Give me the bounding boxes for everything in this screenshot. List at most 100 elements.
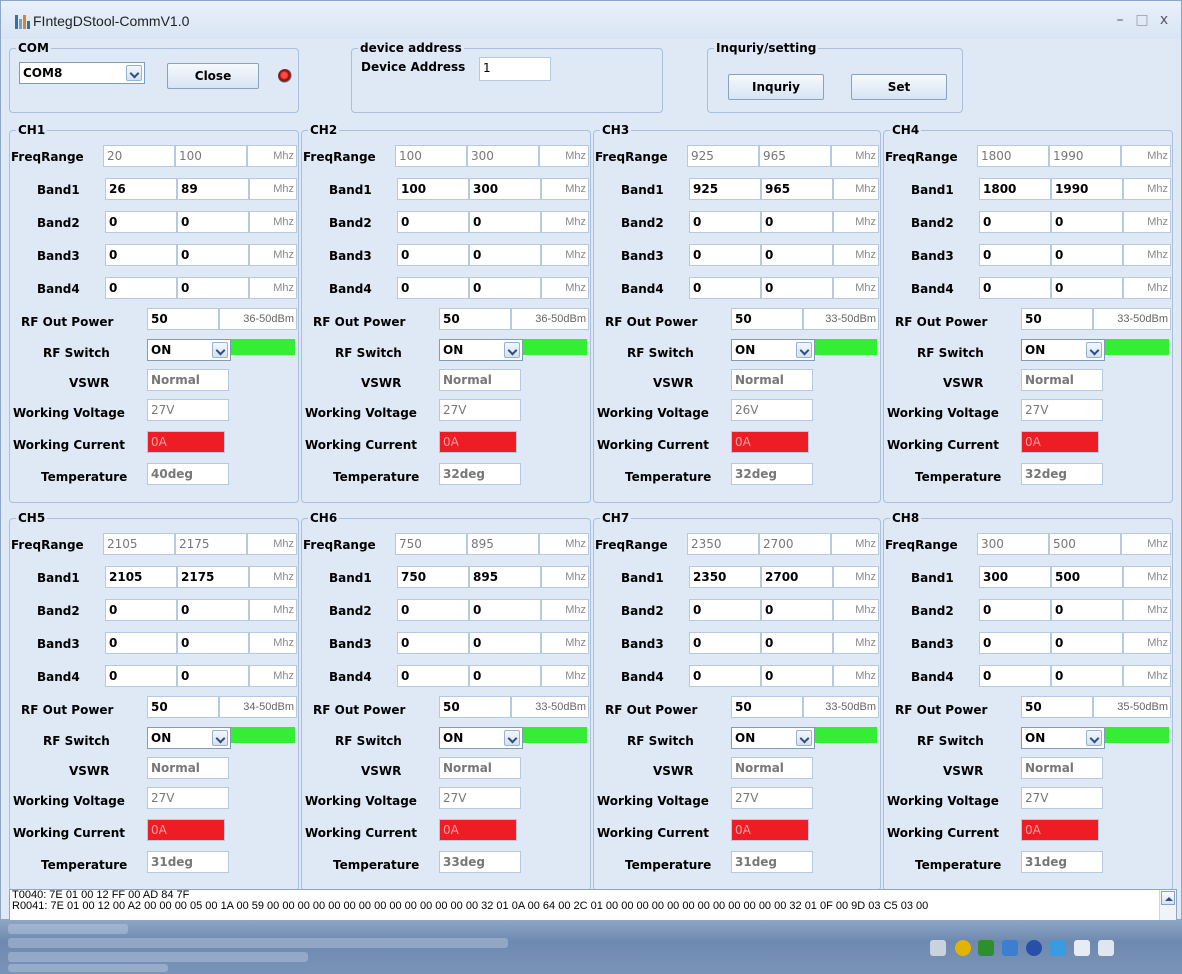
band1-high-input[interactable]: 965 [761,178,833,200]
band1-low-input[interactable]: 26 [105,178,177,200]
band4-high-input[interactable]: 0 [1051,277,1123,299]
rf-out-power-input[interactable]: 50 [147,696,219,718]
freq-range-low-input[interactable]: 100 [395,145,467,167]
band3-high-input[interactable]: 0 [469,244,541,266]
band1-high-input[interactable]: 89 [177,178,249,200]
nvidia-icon[interactable] [978,940,994,956]
band3-high-input[interactable]: 0 [469,632,541,654]
band2-low-input[interactable]: 0 [397,599,469,621]
set-button[interactable]: Set [851,74,947,100]
band1-low-input[interactable]: 2350 [689,566,761,588]
rf-switch-select[interactable]: ON [731,339,815,361]
band3-low-input[interactable]: 0 [105,244,177,266]
band2-high-input[interactable]: 0 [761,599,833,621]
band1-high-input[interactable]: 895 [469,566,541,588]
band1-high-input[interactable]: 1990 [1051,178,1123,200]
band3-high-input[interactable]: 0 [177,632,249,654]
band4-high-input[interactable]: 0 [177,277,249,299]
band1-low-input[interactable]: 100 [397,178,469,200]
freq-range-low-input[interactable]: 2350 [687,533,759,555]
band4-low-input[interactable]: 0 [689,665,761,687]
band2-high-input[interactable]: 0 [1051,211,1123,233]
display-icon[interactable] [1050,940,1066,956]
band3-high-input[interactable]: 0 [177,244,249,266]
band2-low-input[interactable]: 0 [105,211,177,233]
rf-out-power-input[interactable]: 50 [731,696,803,718]
freq-range-high-input[interactable]: 1990 [1049,145,1121,167]
band4-low-input[interactable]: 0 [397,277,469,299]
log-output[interactable]: T0040: 7E 01 00 12 FF 00 AD 84 7F R0041:… [9,889,1177,921]
band4-low-input[interactable]: 0 [979,277,1051,299]
usb-icon[interactable] [1074,940,1090,956]
rf-out-power-input[interactable]: 50 [731,308,803,330]
rf-switch-select[interactable]: ON [439,727,523,749]
scroll-up-icon[interactable] [1161,891,1175,905]
maximize-icon[interactable]: □ [1133,12,1151,28]
add-icon[interactable] [955,940,971,956]
band2-low-input[interactable]: 0 [105,599,177,621]
chevron-down-icon[interactable] [1086,730,1102,746]
band1-high-input[interactable]: 300 [469,178,541,200]
band3-low-input[interactable]: 0 [105,632,177,654]
band2-high-input[interactable]: 0 [1051,599,1123,621]
freq-range-low-input[interactable]: 1800 [977,145,1049,167]
rf-switch-select[interactable]: ON [1021,727,1105,749]
rf-out-power-input[interactable]: 50 [147,308,219,330]
rf-out-power-input[interactable]: 50 [439,308,511,330]
freq-range-high-input[interactable]: 895 [467,533,539,555]
chevron-down-icon[interactable] [1086,342,1102,358]
rf-switch-select[interactable]: ON [439,339,523,361]
band1-low-input[interactable]: 1800 [979,178,1051,200]
band1-low-input[interactable]: 750 [397,566,469,588]
chevron-down-icon[interactable] [504,730,520,746]
band2-low-input[interactable]: 0 [689,211,761,233]
rf-switch-select[interactable]: ON [731,727,815,749]
volume-icon[interactable] [1098,940,1114,956]
band3-high-input[interactable]: 0 [761,632,833,654]
band3-low-input[interactable]: 0 [979,244,1051,266]
band2-low-input[interactable]: 0 [397,211,469,233]
rf-out-power-input[interactable]: 50 [1021,696,1093,718]
com-port-select[interactable]: COM8 [19,62,145,84]
band2-high-input[interactable]: 0 [469,211,541,233]
band4-high-input[interactable]: 0 [469,277,541,299]
band2-high-input[interactable]: 0 [177,599,249,621]
chevron-down-icon[interactable] [212,342,228,358]
band4-low-input[interactable]: 0 [105,277,177,299]
rf-switch-select[interactable]: ON [147,339,231,361]
band3-high-input[interactable]: 0 [1051,244,1123,266]
band2-low-input[interactable]: 0 [979,211,1051,233]
rf-switch-select[interactable]: ON [147,727,231,749]
rf-out-power-input[interactable]: 50 [1021,308,1093,330]
chevron-down-icon[interactable] [504,342,520,358]
band3-low-input[interactable]: 0 [979,632,1051,654]
band3-high-input[interactable]: 0 [1051,632,1123,654]
close-port-button[interactable]: Close [167,63,259,89]
band1-high-input[interactable]: 2175 [177,566,249,588]
bluetooth-icon[interactable] [1026,940,1042,956]
band2-low-input[interactable]: 0 [979,599,1051,621]
freq-range-low-input[interactable]: 925 [687,145,759,167]
band4-high-input[interactable]: 0 [469,665,541,687]
band4-high-input[interactable]: 0 [761,277,833,299]
band2-low-input[interactable]: 0 [689,599,761,621]
rf-out-power-input[interactable]: 50 [439,696,511,718]
freq-range-low-input[interactable]: 2105 [103,533,175,555]
band1-low-input[interactable]: 300 [979,566,1051,588]
band1-low-input[interactable]: 925 [689,178,761,200]
chevron-down-icon[interactable] [126,65,142,81]
freq-range-high-input[interactable]: 2700 [759,533,831,555]
chevron-down-icon[interactable] [796,730,812,746]
keyboard-icon[interactable] [930,940,946,956]
band3-high-input[interactable]: 0 [761,244,833,266]
chevron-down-icon[interactable] [212,730,228,746]
freq-range-low-input[interactable]: 750 [395,533,467,555]
band2-high-input[interactable]: 0 [469,599,541,621]
band3-low-input[interactable]: 0 [689,244,761,266]
band1-high-input[interactable]: 2700 [761,566,833,588]
band1-high-input[interactable]: 500 [1051,566,1123,588]
minimize-icon[interactable]: – [1111,12,1129,28]
freq-range-high-input[interactable]: 500 [1049,533,1121,555]
freq-range-high-input[interactable]: 100 [175,145,247,167]
band4-low-input[interactable]: 0 [979,665,1051,687]
